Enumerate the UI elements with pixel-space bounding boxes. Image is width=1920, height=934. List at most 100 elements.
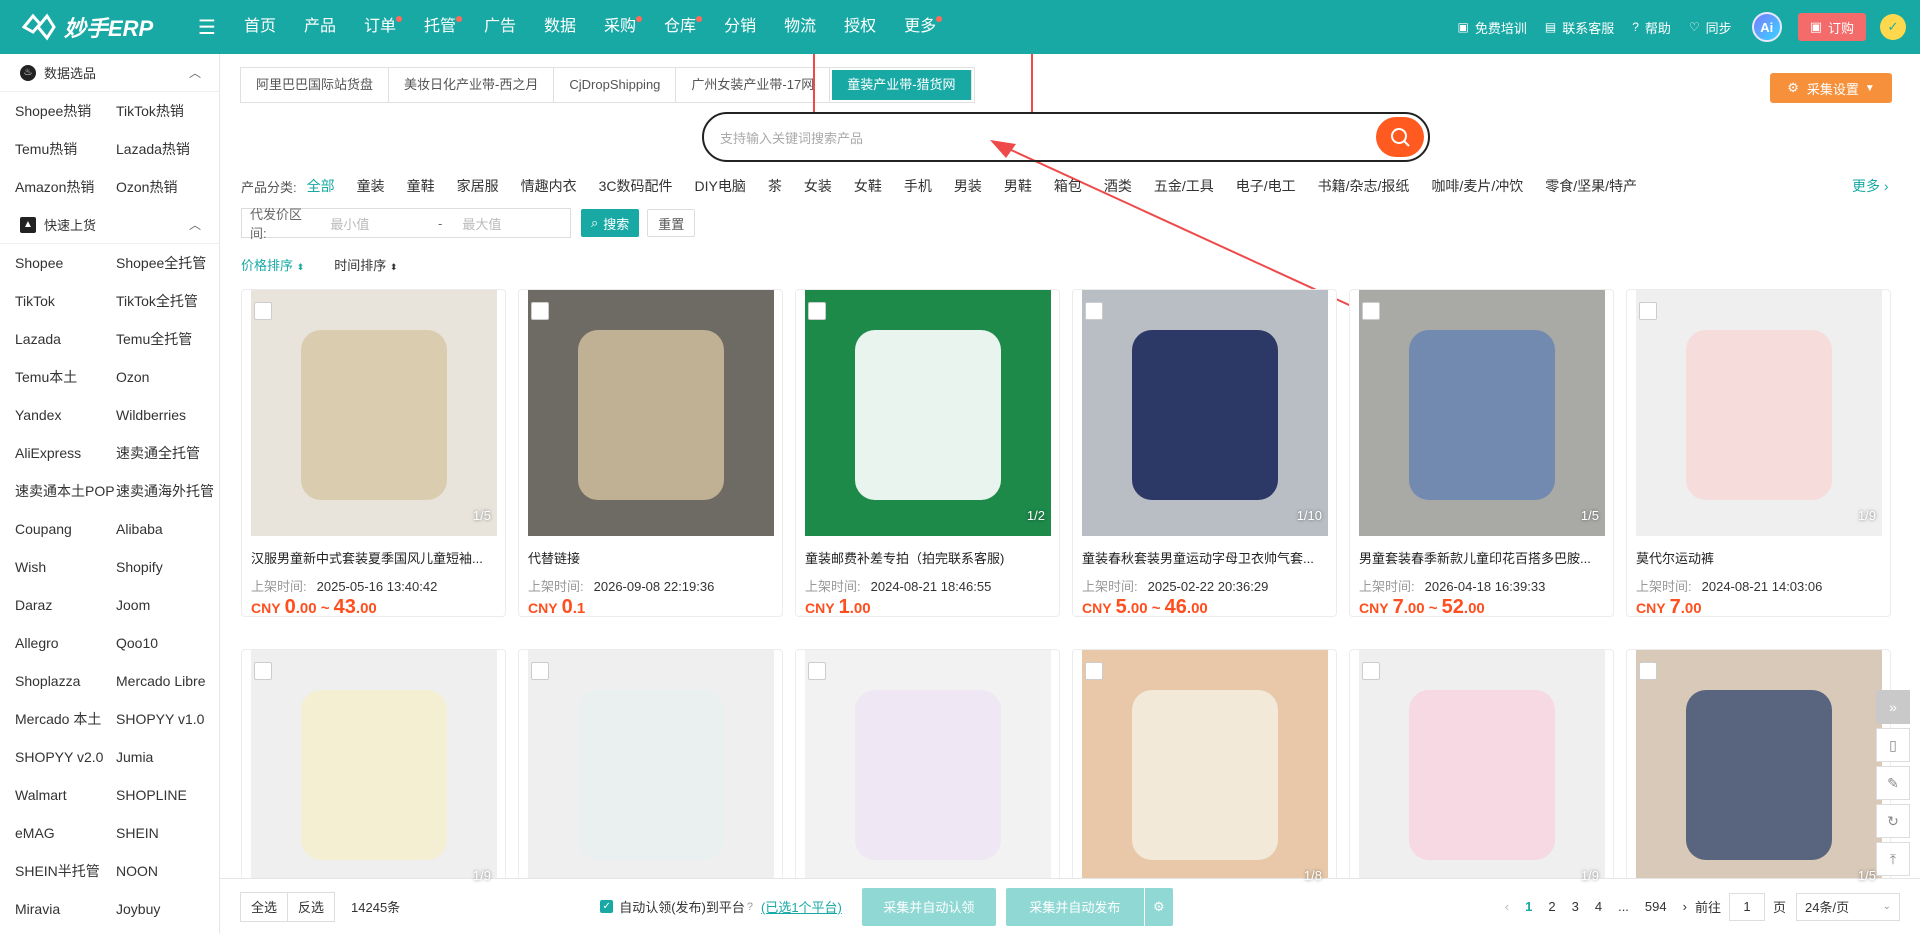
product-checkbox[interactable] — [808, 302, 826, 320]
category-item[interactable]: 情趣内衣 — [521, 176, 577, 196]
page-number[interactable]: 1 — [1525, 899, 1532, 914]
product-title[interactable]: 男童套装春季新款儿童印花百搭多巴胺... — [1359, 548, 1605, 567]
source-tab-3[interactable]: 广州女装产业带-17网 — [676, 68, 831, 102]
product-checkbox[interactable] — [1085, 302, 1103, 320]
sidebar-item[interactable]: Shopee — [15, 244, 116, 282]
product-checkbox[interactable] — [254, 662, 272, 680]
nav-item-11[interactable]: 更多 — [890, 0, 950, 54]
source-tab-2[interactable]: CjDropShipping — [554, 68, 677, 102]
sidebar-item[interactable]: Daraz — [15, 586, 116, 624]
sidebar-item[interactable]: Jumia — [116, 738, 219, 776]
sync-link[interactable]: ♡ 同步 — [1689, 18, 1732, 37]
source-tab-0[interactable]: 阿里巴巴国际站货盘 — [241, 68, 390, 102]
sort-time[interactable]: 时间排序 ⬍ — [334, 255, 397, 274]
category-item[interactable]: 童装 — [357, 176, 385, 196]
nav-item-6[interactable]: 采购 — [590, 0, 650, 54]
auto-claim-checkbox[interactable]: ✓ — [600, 900, 614, 913]
filter-search-button[interactable]: ⌕ 搜索 — [581, 209, 640, 237]
publish-settings-gear-icon[interactable]: ⚙ — [1144, 887, 1173, 926]
sidebar-item[interactable]: 速卖通全托管 — [116, 434, 219, 472]
sidebar-item[interactable]: Joybuy — [116, 890, 219, 928]
sidebar-item[interactable]: 速卖通本土POP — [15, 472, 116, 510]
sidebar-section-quick-upload[interactable]: ▲ 快速上货 ︿ — [0, 206, 219, 244]
product-checkbox[interactable] — [254, 302, 272, 320]
search-submit-button[interactable] — [1376, 117, 1424, 157]
product-image[interactable] — [805, 650, 1051, 896]
search-input[interactable]: 支持输入关键词搜索产品 — [704, 128, 1376, 147]
category-item[interactable]: 男装 — [954, 176, 982, 196]
nav-item-7[interactable]: 仓库 — [650, 0, 710, 54]
product-card[interactable]: 1/5 汉服男童新中式套装夏季国风儿童短袖... 上架时间: 2025-05-16 1… — [241, 289, 506, 618]
ai-assistant-button[interactable]: Ai — [1751, 12, 1782, 42]
product-checkbox[interactable] — [1362, 662, 1380, 680]
page-number[interactable]: 2 — [1548, 899, 1555, 914]
next-page-icon[interactable]: › — [1683, 899, 1687, 914]
sidebar-item[interactable]: Yandex — [15, 396, 116, 434]
product-title[interactable]: 童装邮费补差专拍（拍完联系客服) — [805, 548, 1051, 567]
page-number[interactable]: 3 — [1572, 899, 1579, 914]
sidebar-item[interactable]: SHOPYY v2.0 — [15, 738, 116, 776]
nav-item-8[interactable]: 分销 — [710, 0, 770, 54]
order-button[interactable]: ▣ 订购 — [1797, 13, 1866, 41]
nav-item-10[interactable]: 授权 — [830, 0, 890, 54]
sidebar-item[interactable]: SHOPYY v1.0 — [116, 700, 219, 738]
sidebar-item[interactable]: Lazada — [15, 320, 116, 358]
sidebar-item[interactable]: TikTok热销 — [116, 92, 219, 130]
sidebar-item[interactable]: Mercado 本土 — [15, 700, 116, 738]
sidebar-item[interactable]: NOON — [116, 852, 219, 890]
sidebar-item[interactable]: SHEIN — [116, 814, 219, 852]
product-card[interactable]: 1/2 童装邮费补差专拍（拍完联系客服) 上架时间: 2024-08-21 18:46… — [795, 289, 1060, 618]
nav-item-5[interactable]: 数据 — [530, 0, 590, 54]
nav-item-0[interactable]: 首页 — [230, 0, 290, 54]
mobile-icon[interactable]: ▯ — [1876, 728, 1910, 762]
category-item[interactable]: 3C数码配件 — [599, 176, 673, 196]
product-image[interactable] — [1636, 290, 1882, 536]
product-checkbox[interactable] — [1639, 662, 1657, 680]
category-item[interactable]: 酒类 — [1104, 176, 1132, 196]
sidebar-item[interactable]: Walmart — [15, 776, 116, 814]
contact-service-link[interactable]: ▤ 联系客服 — [1545, 18, 1614, 37]
expand-icon[interactable]: » — [1876, 690, 1910, 724]
page-number[interactable]: 4 — [1595, 899, 1602, 914]
category-item[interactable]: 女鞋 — [854, 176, 882, 196]
product-card[interactable]: 1/5 男童套装春季新款儿童印花百搭多巴胺... 上架时间: 2026-04-18 1… — [1349, 289, 1614, 618]
sidebar-item[interactable]: Temu热销 — [15, 130, 116, 168]
collect-publish-button[interactable]: 采集并自动发布 — [1005, 887, 1144, 926]
product-image[interactable] — [528, 650, 774, 896]
sidebar-item[interactable]: SHOPLINE — [116, 776, 219, 814]
category-item[interactable]: 全部 — [307, 176, 335, 196]
free-training-link[interactable]: ▣ 免费培训 — [1457, 18, 1526, 37]
nav-item-1[interactable]: 产品 — [290, 0, 350, 54]
product-checkbox[interactable] — [1362, 302, 1380, 320]
select-all-button[interactable]: 全选 — [240, 891, 289, 922]
sidebar-item[interactable]: Mercado Libre — [116, 662, 219, 700]
product-card[interactable]: 1/9 莫代尔运动裤 上架时间: 2024-08-21 14:03:06 CNY 7.00 — [1626, 289, 1891, 618]
sidebar-item[interactable]: Miravia — [15, 890, 116, 928]
product-title[interactable]: 汉服男童新中式套装夏季国风儿童短袖... — [251, 548, 497, 567]
sort-price[interactable]: 价格排序 ⬍ — [241, 255, 304, 274]
sidebar-section-data-selection[interactable]: ♨ 数据选品 ︿ — [0, 54, 219, 92]
product-image[interactable] — [1636, 650, 1882, 896]
sidebar-item[interactable]: Temu本土 — [15, 358, 116, 396]
user-avatar-icon[interactable]: ✓ — [1880, 14, 1906, 40]
help-link[interactable]: ? 帮助 — [1632, 18, 1671, 37]
product-image[interactable] — [805, 290, 1051, 536]
nav-item-3[interactable]: 托管 — [410, 0, 470, 54]
category-item[interactable]: 书籍/杂志/报纸 — [1318, 176, 1410, 196]
hamburger-menu-icon[interactable]: ☰ — [198, 15, 216, 40]
product-checkbox[interactable] — [808, 662, 826, 680]
filter-reset-button[interactable]: 重置 — [647, 209, 696, 237]
sidebar-item[interactable]: Shopee全托管 — [116, 244, 219, 282]
product-checkbox[interactable] — [1085, 662, 1103, 680]
refresh-icon[interactable]: ↻ — [1876, 804, 1910, 838]
sidebar-item[interactable]: Coupang — [15, 510, 116, 548]
product-card[interactable]: 1/10 童装春秋套装男童运动字母卫衣帅气套... 上架时间: 2025-02-22 … — [1072, 289, 1337, 618]
invert-selection-button[interactable]: 反选 — [288, 891, 336, 922]
sidebar-item[interactable]: Alibaba — [116, 510, 219, 548]
category-item[interactable]: 家居服 — [457, 176, 499, 196]
per-page-select[interactable]: 24条/页 ⌄ — [1796, 892, 1900, 921]
edit-icon[interactable]: ✎ — [1876, 766, 1910, 800]
category-item[interactable]: 电子/电工 — [1236, 176, 1296, 196]
product-image[interactable] — [251, 290, 497, 536]
sidebar-item[interactable]: Shopee热销 — [15, 92, 116, 130]
